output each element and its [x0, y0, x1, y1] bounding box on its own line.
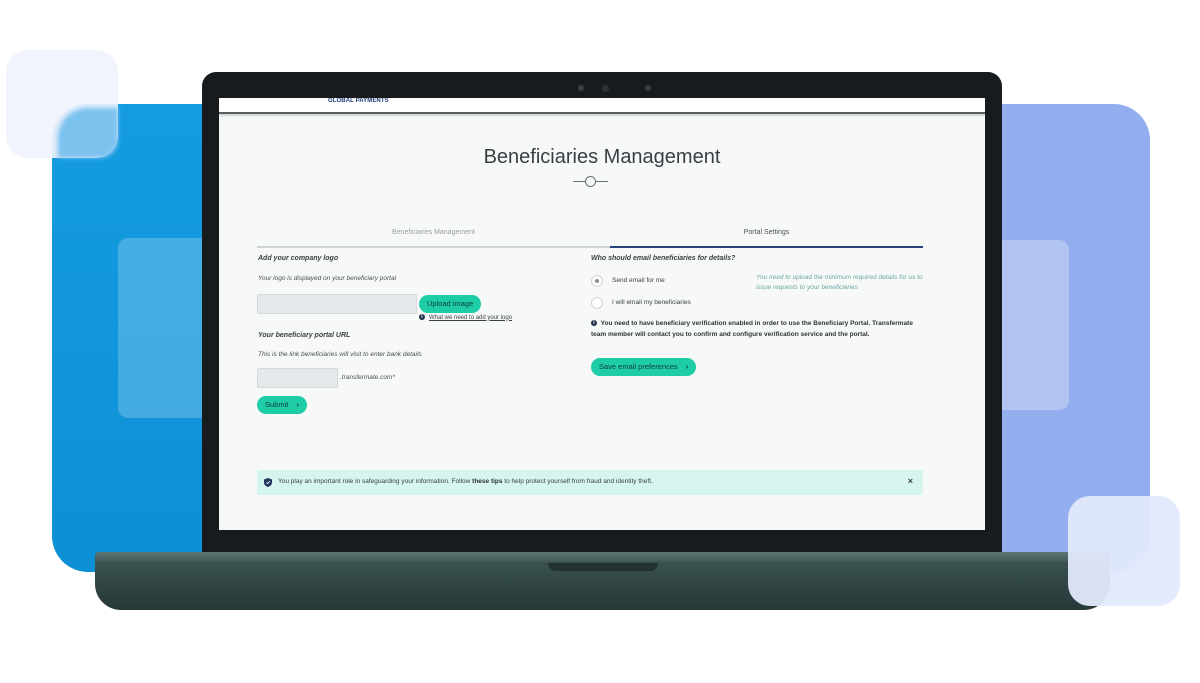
tab-portal-settings[interactable]: Portal Settings [610, 226, 923, 248]
page-title: Beneficiaries Management [483, 146, 721, 168]
portal-subdomain-input[interactable] [257, 368, 338, 388]
camera-lens-icon [602, 85, 609, 92]
save-email-preferences-button[interactable]: Save email preferences › [591, 358, 697, 376]
laptop-base-edge [95, 552, 1110, 562]
brand-logo-text: GLOBAL PAYMENTS [328, 98, 389, 104]
chevron-right-icon: › [685, 362, 689, 371]
radio-label: I will email my beneficiaries [612, 299, 691, 306]
portal-domain-suffix: .transfermate.com* [340, 374, 395, 381]
verification-notice-text: You need to have beneficiary verificatio… [591, 320, 913, 338]
tab-beneficiaries-management[interactable]: Beneficiaries Management [257, 226, 610, 248]
logo-file-field[interactable] [257, 294, 417, 314]
security-banner-text: You play an important role in safeguardi… [278, 478, 653, 485]
laptop-chin [219, 530, 985, 554]
email-hint: You need to upload the minimum required … [756, 274, 923, 291]
radio-button[interactable] [591, 297, 603, 309]
title-ornament-icon [573, 176, 609, 188]
logo-help-text[interactable]: What we need to add your logo [429, 315, 512, 321]
info-icon: i [591, 320, 597, 327]
glass-card-bottom-right [1068, 496, 1180, 606]
logo-heading: Add your company logo [258, 255, 339, 262]
laptop-hinge-notch [548, 563, 658, 571]
logo-description: Your logo is displayed on your beneficia… [258, 275, 397, 282]
security-tips-link[interactable]: these tips [472, 478, 502, 485]
banner-text-after: to help protect yourself from fraud and … [502, 478, 653, 485]
laptop-screen: GLOBAL PAYMENTS Beneficiaries Management… [219, 98, 985, 530]
shield-icon [264, 478, 272, 487]
marketing-stage: GLOBAL PAYMENTS Beneficiaries Management… [0, 0, 1200, 683]
app-header: GLOBAL PAYMENTS [219, 98, 985, 114]
verification-notice: i You need to have beneficiary verificat… [591, 318, 925, 340]
portal-url-description: This is the link beneficiaries will visi… [258, 351, 422, 358]
security-banner: You play an important role in safeguardi… [257, 470, 923, 495]
radio-label: Send email for me [612, 277, 665, 284]
portal-url-heading: Your beneficiary portal URL [258, 332, 351, 339]
camera-dot-icon [578, 85, 584, 91]
close-icon[interactable]: × [908, 476, 913, 486]
info-icon: i [419, 314, 425, 320]
glass-card-blur [58, 108, 118, 158]
banner-text-before: You play an important role in safeguardi… [278, 478, 473, 485]
save-email-preferences-label: Save email preferences [599, 362, 678, 371]
upload-image-button[interactable]: Upload image [419, 295, 482, 313]
radio-i-will-email[interactable]: I will email my beneficiaries [591, 297, 751, 311]
radio-send-email-for-me[interactable]: Send email for me [591, 275, 731, 289]
sensor-dot-icon [645, 85, 651, 91]
radio-button-checked[interactable] [591, 275, 603, 287]
chevron-right-icon: › [296, 400, 299, 409]
email-heading: Who should email beneficiaries for detai… [591, 255, 736, 262]
settings-tabs: Beneficiaries Management Portal Settings [257, 226, 923, 248]
submit-button-label: Submit [265, 400, 289, 409]
logo-help-link[interactable]: i What we need to add your logo [419, 314, 512, 321]
submit-button[interactable]: Submit › [257, 396, 307, 414]
